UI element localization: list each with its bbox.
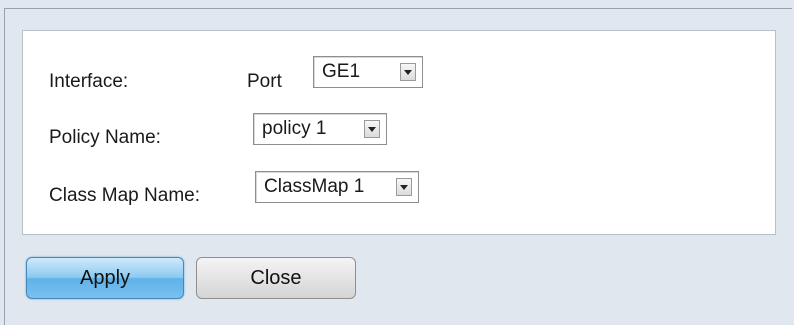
chevron-down-icon[interactable] — [396, 178, 412, 196]
policy-name-select-value: policy 1 — [262, 118, 327, 139]
apply-button[interactable]: Apply — [26, 257, 184, 299]
class-map-name-select-value: ClassMap 1 — [264, 176, 365, 197]
chevron-down-icon[interactable] — [400, 63, 416, 81]
policy-name-select[interactable]: policy 1 — [253, 113, 387, 145]
port-label: Port — [247, 71, 282, 92]
close-button[interactable]: Close — [196, 257, 356, 299]
chevron-down-icon[interactable] — [364, 120, 380, 138]
class-map-name-label: Class Map Name: — [49, 185, 200, 206]
class-map-name-select[interactable]: ClassMap 1 — [255, 171, 419, 203]
port-select-value: GE1 — [322, 61, 361, 82]
interface-label: Interface: — [49, 71, 129, 92]
policy-name-label: Policy Name: — [49, 127, 161, 148]
port-select[interactable]: GE1 — [313, 56, 423, 88]
settings-panel: Interface: Port GE1 Policy Name: policy … — [22, 30, 776, 235]
